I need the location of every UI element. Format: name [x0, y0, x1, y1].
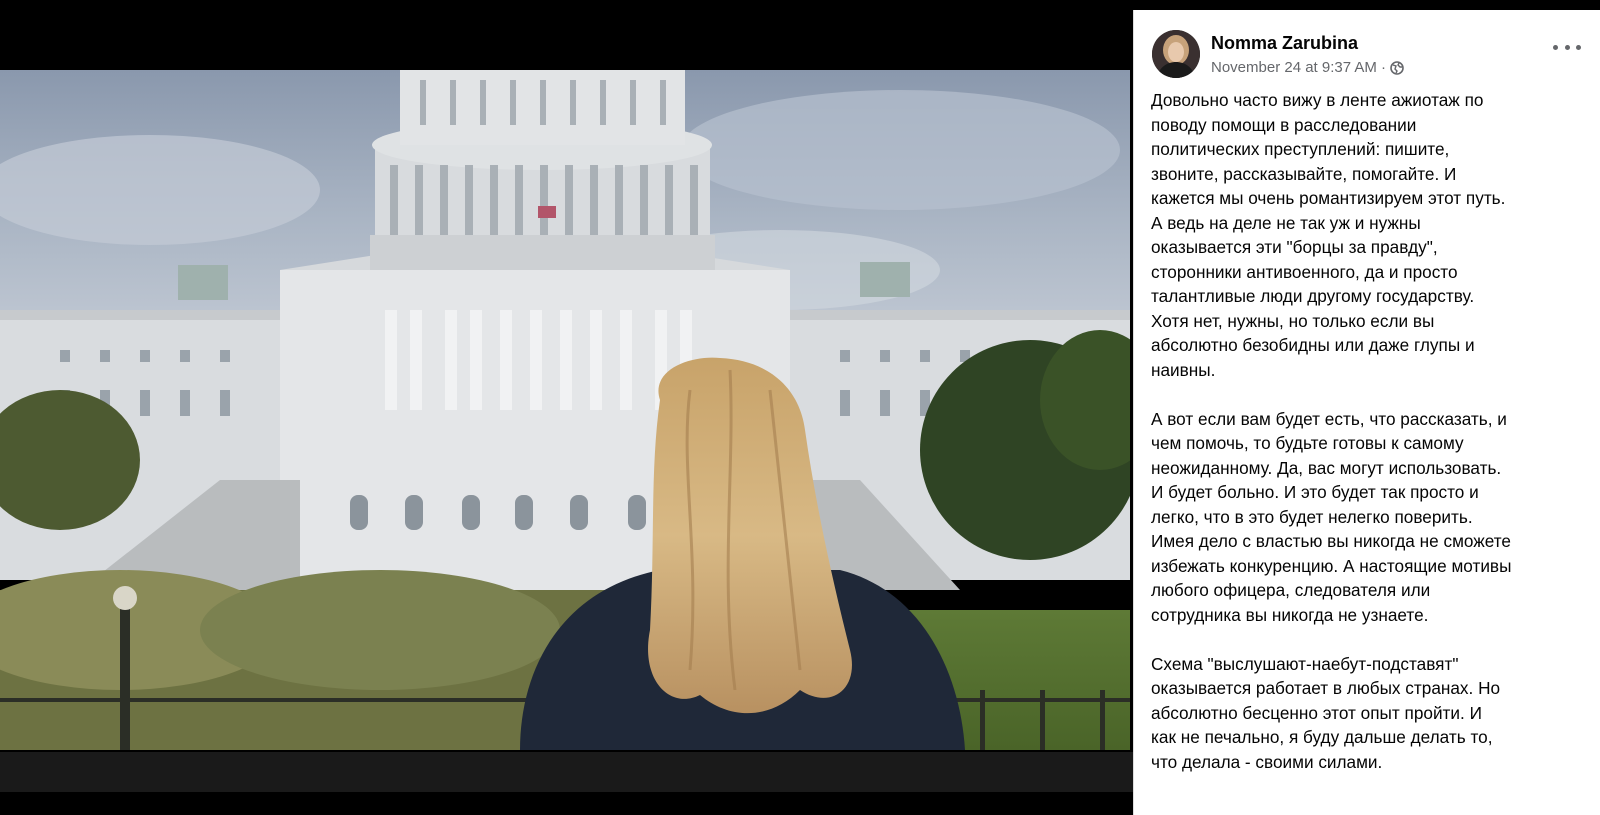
post-paragraph-1: Довольно часто вижу в ленте ажиотаж по п… [1151, 90, 1506, 380]
post-header: Nomma Zarubina November 24 at 9:37 AM · [1134, 10, 1600, 90]
post-paragraph-2: А вот если вам будет есть, что рассказат… [1151, 408, 1512, 625]
more-dot [1576, 44, 1581, 50]
more-options-icon[interactable] [1553, 38, 1581, 56]
globe-icon[interactable] [1390, 60, 1404, 75]
more-dot [1553, 44, 1558, 50]
more-dot [1564, 44, 1570, 50]
photo-viewer [0, 0, 1133, 815]
post-meta: November 24 at 9:37 AM · [1211, 59, 1404, 76]
post-date[interactable]: November 24 at 9:37 AM [1211, 59, 1377, 76]
post-photo[interactable] [0, 70, 1130, 750]
meta-separator: · [1380, 59, 1386, 76]
post-text: Довольно часто вижу в ленте ажиотаж по п… [1151, 88, 1587, 799]
avatar[interactable] [1152, 30, 1200, 78]
post-panel: Nomma Zarubina November 24 at 9:37 AM · … [1133, 10, 1600, 815]
author-name[interactable]: Nomma Zarubina [1211, 33, 1358, 54]
viewer-bottom-bar [0, 752, 1133, 792]
post-paragraph-3: Схема "выслушают-наебут-подставят" оказы… [1151, 653, 1501, 772]
viewer-bottom-edge [0, 792, 1133, 815]
